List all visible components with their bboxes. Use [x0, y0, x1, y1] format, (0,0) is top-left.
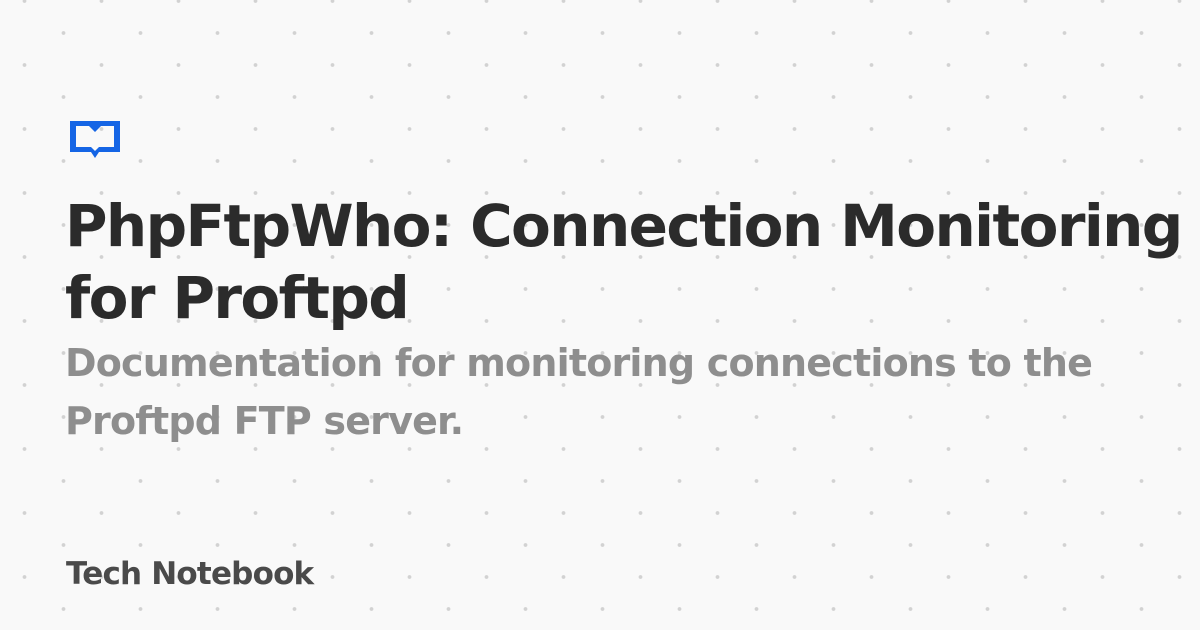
- site-name: Tech Notebook: [66, 556, 314, 592]
- open-book-icon: [68, 119, 122, 161]
- page-title: PhpFtpWho: Connection Monitoring for Pro…: [65, 192, 1183, 332]
- page-subtitle: Documentation for monitoring connections…: [65, 341, 1093, 443]
